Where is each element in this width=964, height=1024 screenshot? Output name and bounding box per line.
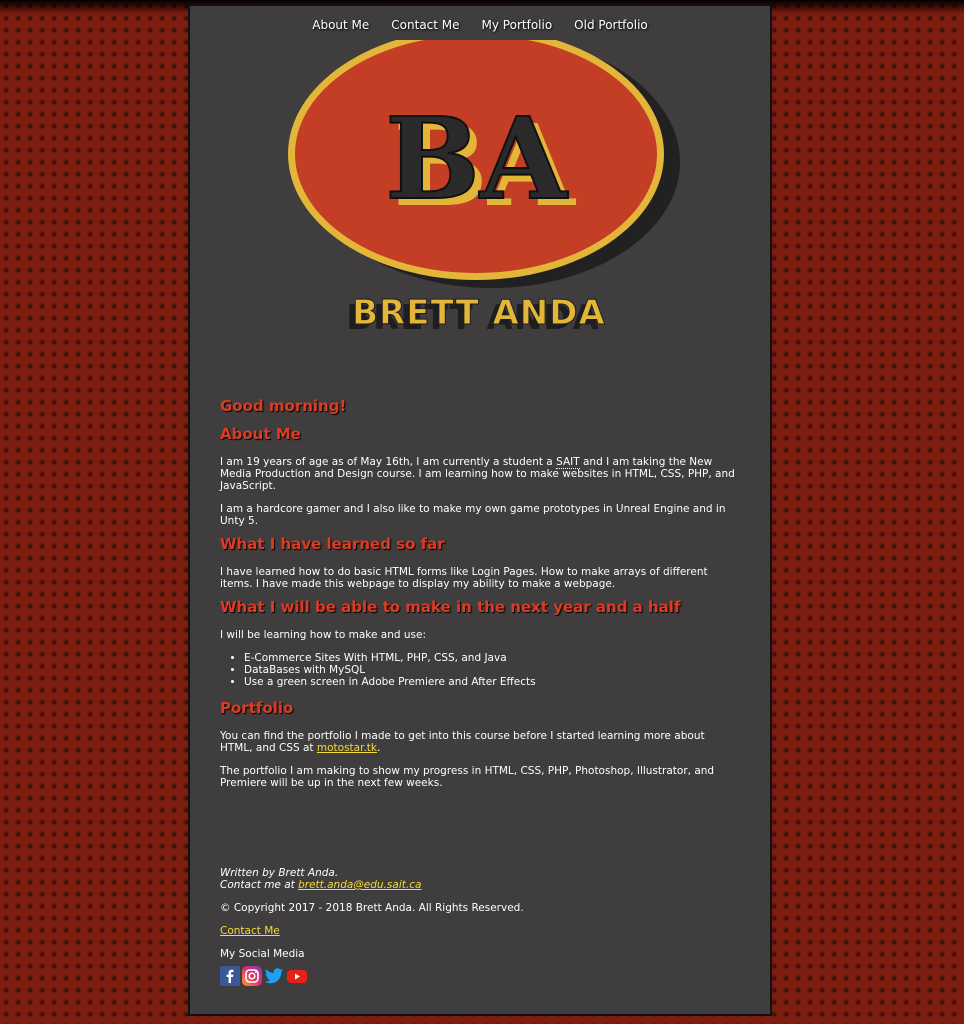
portfolio-paragraph-2: The portfolio I am making to show my pro… xyxy=(220,765,715,789)
nav-contact-me[interactable]: Contact Me xyxy=(391,18,459,32)
learned-paragraph: I have learned how to do basic HTML form… xyxy=(220,566,708,590)
written-by: Written by Brett Anda. xyxy=(220,867,339,879)
page-footer: Written by Brett Anda. Contact me at bre… xyxy=(220,867,740,989)
social-icons xyxy=(220,966,740,989)
portfolio-heading: Portfolio xyxy=(220,699,294,717)
list-item: Use a green screen in Adobe Premiere and… xyxy=(244,676,740,688)
future-list: E-Commerce Sites With HTML, PHP, CSS, an… xyxy=(220,652,740,688)
copyright: © Copyright 2017 - 2018 Brett Anda. All … xyxy=(220,902,524,914)
nav-about-me[interactable]: About Me xyxy=(312,18,369,32)
page-container: About Me Contact Me My Portfolio Old Por… xyxy=(188,4,772,1016)
twitter-icon[interactable] xyxy=(264,966,284,989)
portfolio-text-1: You can find the portfolio I made to get… xyxy=(220,730,705,754)
future-heading: What I will be able to make in the next … xyxy=(220,598,681,616)
portfolio-paragraph-1: You can find the portfolio I made to get… xyxy=(220,730,740,754)
nav-my-portfolio[interactable]: My Portfolio xyxy=(482,18,553,32)
facebook-icon[interactable] xyxy=(220,966,240,989)
logo-initials: BA xyxy=(385,94,569,225)
youtube-icon[interactable] xyxy=(286,966,308,989)
instagram-icon[interactable] xyxy=(242,966,262,989)
about-paragraph-2: I am a hardcore gamer and I also like to… xyxy=(220,503,726,527)
main-content: Good morning! About Me I am 19 years of … xyxy=(220,397,740,800)
brett-anda-logo: BA BA BRETT ANDA BRETT ANDA xyxy=(288,40,680,338)
nav-old-portfolio[interactable]: Old Portfolio xyxy=(574,18,648,32)
footer-contact-link[interactable]: Contact Me xyxy=(220,925,280,937)
motostar-link[interactable]: motostar.tk xyxy=(317,742,377,754)
social-label: My Social Media xyxy=(220,948,305,960)
main-nav: About Me Contact Me My Portfolio Old Por… xyxy=(190,18,770,32)
list-item: E-Commerce Sites With HTML, PHP, CSS, an… xyxy=(244,652,740,664)
future-intro: I will be learning how to make and use: xyxy=(220,629,427,641)
learned-heading: What I have learned so far xyxy=(220,535,445,553)
contact-prefix: Contact me at xyxy=(220,879,299,891)
list-item: DataBases with MySQL xyxy=(244,664,740,676)
logo-name: BRETT ANDA xyxy=(352,293,606,333)
email-link[interactable]: brett.anda@edu.sait.ca xyxy=(298,879,421,891)
about-text-1: I am 19 years of age as of May 16th, I a… xyxy=(220,456,557,468)
footer-credit: Written by Brett Anda. Contact me at bre… xyxy=(220,867,740,891)
portfolio-text-2: . xyxy=(376,742,381,754)
about-paragraph-1: I am 19 years of age as of May 16th, I a… xyxy=(220,456,740,492)
about-heading: About Me xyxy=(220,425,301,443)
greeting-heading: Good morning! xyxy=(220,397,347,415)
